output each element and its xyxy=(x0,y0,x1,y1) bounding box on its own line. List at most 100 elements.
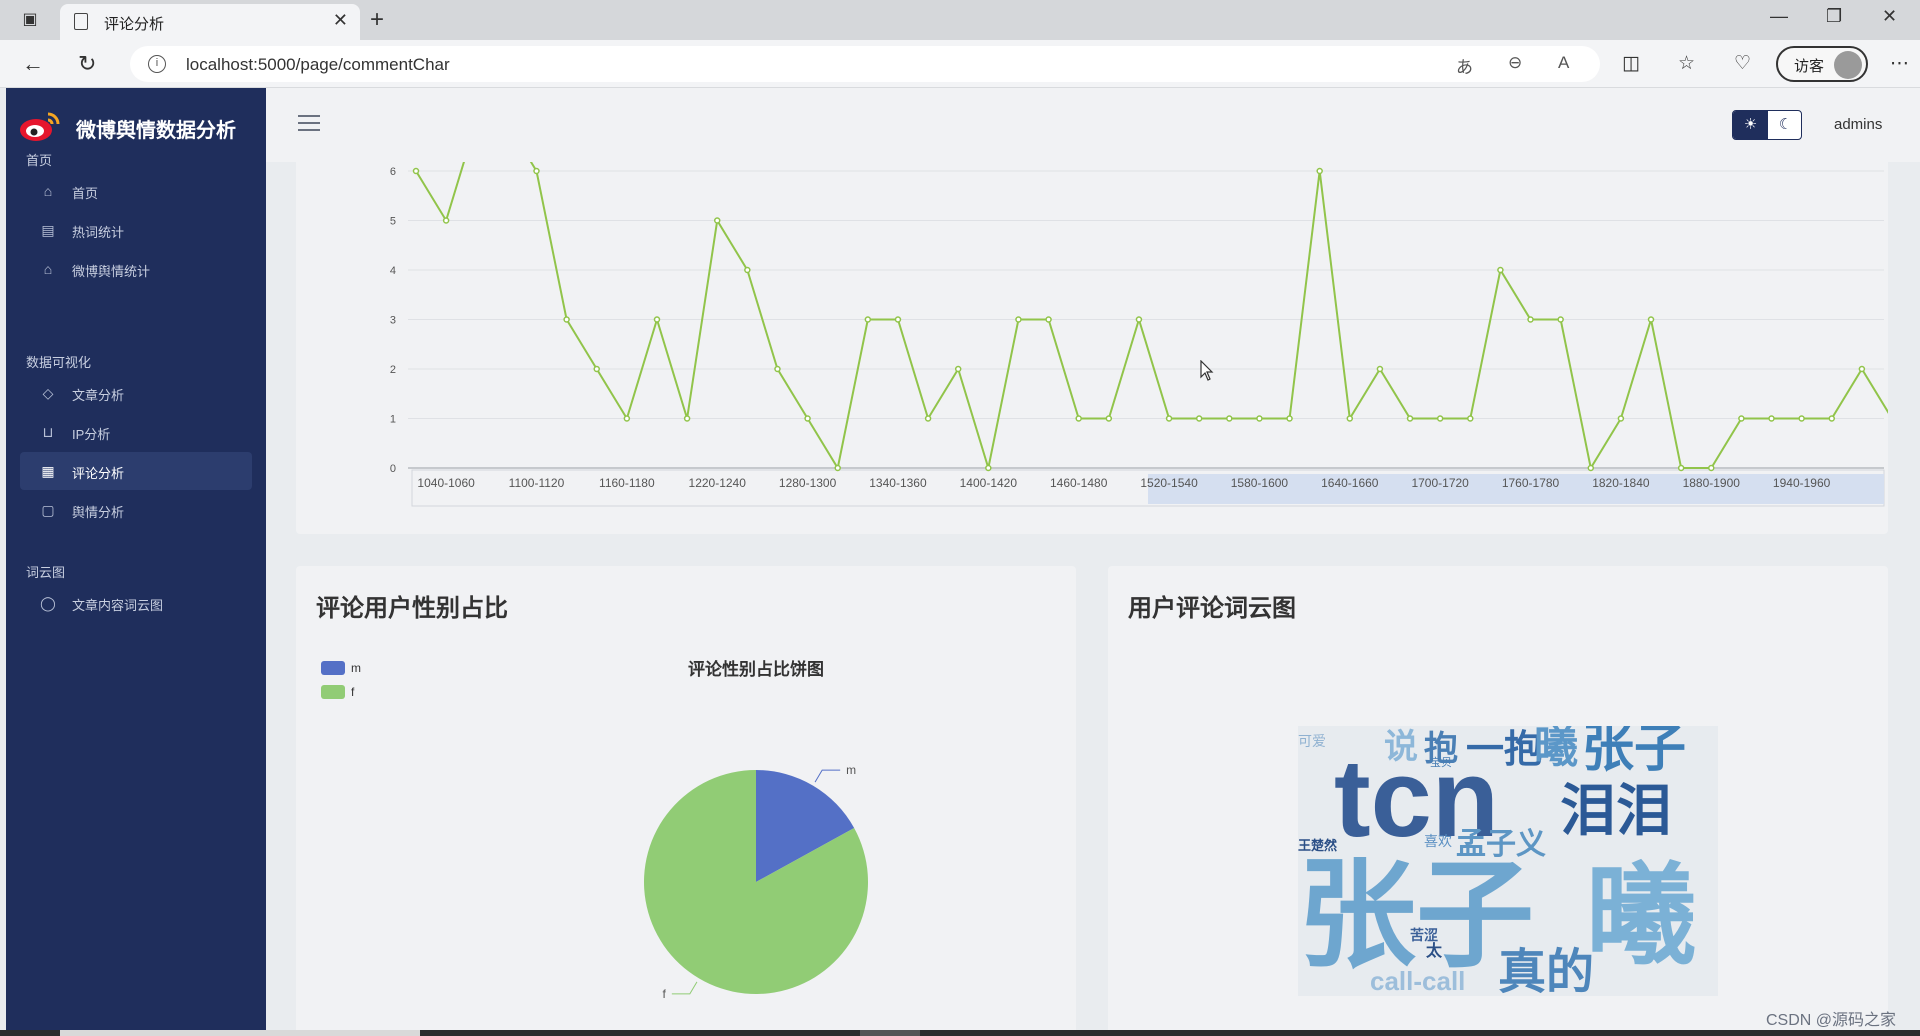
x-tick-label: 1640-1660 xyxy=(1321,476,1379,490)
x-tick-label: 1340-1360 xyxy=(869,476,927,490)
line-point xyxy=(834,464,841,472)
watermark: CSDN @源码之家 xyxy=(1766,1012,1897,1029)
line-point xyxy=(954,365,962,373)
zoom-out-icon[interactable]: ⊖ xyxy=(1508,53,1522,73)
profile-label: 访客 xyxy=(1794,58,1825,75)
line-point xyxy=(985,464,992,472)
wc-word: 苦涩 xyxy=(1410,927,1438,943)
sidebar-item-article-analysis[interactable]: ◇ 文章分析 xyxy=(20,374,252,412)
wc-word: 喜欢 xyxy=(1424,833,1452,849)
line-point xyxy=(1376,365,1384,373)
line-point xyxy=(653,316,661,323)
brand-name: 微博舆情数据分析 xyxy=(76,120,236,142)
section-title-home: 首页 xyxy=(26,153,53,168)
url-text[interactable]: localhost:5000/page/commentChar xyxy=(186,55,450,75)
line-point xyxy=(774,365,781,373)
line-point xyxy=(713,217,721,224)
wc-word: 泪泪 xyxy=(1560,779,1672,842)
new-tab-icon[interactable]: + xyxy=(370,6,384,34)
line-point xyxy=(1195,415,1203,422)
wc-word: 一抱 xyxy=(1466,729,1542,771)
line-point xyxy=(1497,266,1504,274)
line-point xyxy=(1165,415,1173,422)
info-icon[interactable]: i xyxy=(148,55,166,73)
tab-actions-icon[interactable]: ▣ xyxy=(18,8,42,32)
sidebar-item-article-wordcloud[interactable]: ◯ 文章内容词云图 xyxy=(20,584,252,622)
chart-icon: ▦ xyxy=(41,463,55,479)
wc-word: 说 xyxy=(1384,728,1418,766)
pie-label-line xyxy=(671,981,698,995)
wordcloud-card: 用户评论词云图 tcn 张子 一抱 曦 泪泪 说 抱 孟子义 王楚然 喜欢 宝贝… xyxy=(1108,566,1888,1036)
address-bar[interactable]: i localhost:5000/page/commentChar あ ⊖ A xyxy=(130,46,1600,82)
gender-pie-chart: mf 评论性别占比饼图 mf xyxy=(321,659,869,1001)
line-point xyxy=(593,365,600,373)
menu-toggle-icon[interactable] xyxy=(298,115,320,133)
favorites-icon[interactable]: ☆ xyxy=(1678,52,1695,75)
clipboard-icon: ▢ xyxy=(41,502,55,518)
line-point xyxy=(1557,316,1564,323)
x-tick-label: 1400-1420 xyxy=(960,476,1018,490)
browser-toolbar: ← ↻ i localhost:5000/page/commentChar あ … xyxy=(0,40,1920,88)
wc-word: 太 xyxy=(1425,941,1443,960)
line-point xyxy=(1316,167,1323,175)
refresh-icon[interactable]: ↻ xyxy=(78,50,96,78)
sidebar-item-label: 微博舆情统计 xyxy=(72,264,151,279)
wc-word: call-call xyxy=(1370,966,1465,996)
y-tick-label: 6 xyxy=(390,166,396,178)
x-tick-label: 1880-1900 xyxy=(1683,476,1741,490)
profile-button[interactable]: 访客 xyxy=(1776,46,1868,82)
browser-tab[interactable]: 评论分析 ✕ xyxy=(60,4,360,40)
browser-essentials-icon[interactable]: ♡ xyxy=(1734,52,1751,75)
tag-icon: ◇ xyxy=(42,385,54,401)
line-point xyxy=(1798,415,1805,422)
read-aloud-icon[interactable]: A xyxy=(1558,53,1569,73)
translate-icon[interactable]: あ xyxy=(1456,53,1473,78)
line-point xyxy=(1436,415,1444,422)
sidebar-item-label: 文章内容词云图 xyxy=(72,598,164,613)
legend-swatch xyxy=(321,685,345,699)
x-tick-label: 1040-1060 xyxy=(417,476,475,490)
wordcloud-image: tcn 张子 一抱 曦 泪泪 说 抱 孟子义 王楚然 喜欢 宝贝 可爱 张子 曦… xyxy=(1298,726,1718,996)
line-point xyxy=(1527,316,1534,323)
line-point xyxy=(804,415,811,422)
x-tick-label: 1760-1780 xyxy=(1502,476,1560,490)
wordcloud-card-title: 用户评论词云图 xyxy=(1128,595,1296,622)
weibo-logo-icon xyxy=(20,112,60,141)
username[interactable]: admins xyxy=(1834,116,1882,133)
line-point xyxy=(442,217,450,224)
line-point xyxy=(924,415,932,422)
legend-label: m xyxy=(351,661,361,675)
sidebar-item-weibo-stats[interactable]: ⌂ 微博舆情统计 xyxy=(20,250,252,288)
close-window-icon[interactable]: ✕ xyxy=(1882,6,1897,27)
line-point xyxy=(1256,415,1263,422)
sidebar-item-comment-analysis[interactable]: ▦ 评论分析 xyxy=(20,452,252,490)
line-point xyxy=(1105,415,1113,422)
top-header: ☀ ☾ admins xyxy=(266,88,1920,162)
sidebar-item-home[interactable]: ⌂ 首页 xyxy=(20,172,252,210)
sidebar-item-hotwords[interactable]: ▤ 热词统计 xyxy=(20,211,252,249)
line-point xyxy=(533,167,540,175)
sun-icon[interactable]: ☀ xyxy=(1733,111,1768,139)
back-icon[interactable]: ← xyxy=(22,50,44,78)
more-icon[interactable]: ⋯ xyxy=(1890,52,1909,75)
y-tick-label: 0 xyxy=(390,463,396,475)
split-screen-icon[interactable]: ◫ xyxy=(1622,52,1640,75)
tab-close-icon[interactable]: ✕ xyxy=(333,10,348,31)
moon-icon[interactable]: ☾ xyxy=(1768,111,1801,139)
sidebar-item-label: IP分析 xyxy=(72,427,111,442)
line-point xyxy=(1828,415,1836,422)
y-tick-label: 2 xyxy=(390,364,396,376)
sidebar-item-label: 热词统计 xyxy=(72,225,125,240)
sidebar-item-ip-analysis[interactable]: ⊔ IP分析 xyxy=(20,413,252,451)
restore-icon[interactable]: ❐ xyxy=(1826,6,1842,27)
x-tick-label: 1520-1540 xyxy=(1140,476,1198,490)
wc-word: 曦 xyxy=(1534,726,1578,772)
line-point xyxy=(894,316,902,323)
tab-title: 评论分析 xyxy=(104,16,165,33)
theme-toggle[interactable]: ☀ ☾ xyxy=(1732,110,1802,140)
sidebar-item-sentiment-analysis[interactable]: ▢ 舆情分析 xyxy=(20,491,252,529)
line-point xyxy=(864,316,872,323)
y-tick-label: 1 xyxy=(390,414,396,426)
x-tick-label: 1220-1240 xyxy=(689,476,747,490)
minimize-icon[interactable]: — xyxy=(1770,6,1788,27)
